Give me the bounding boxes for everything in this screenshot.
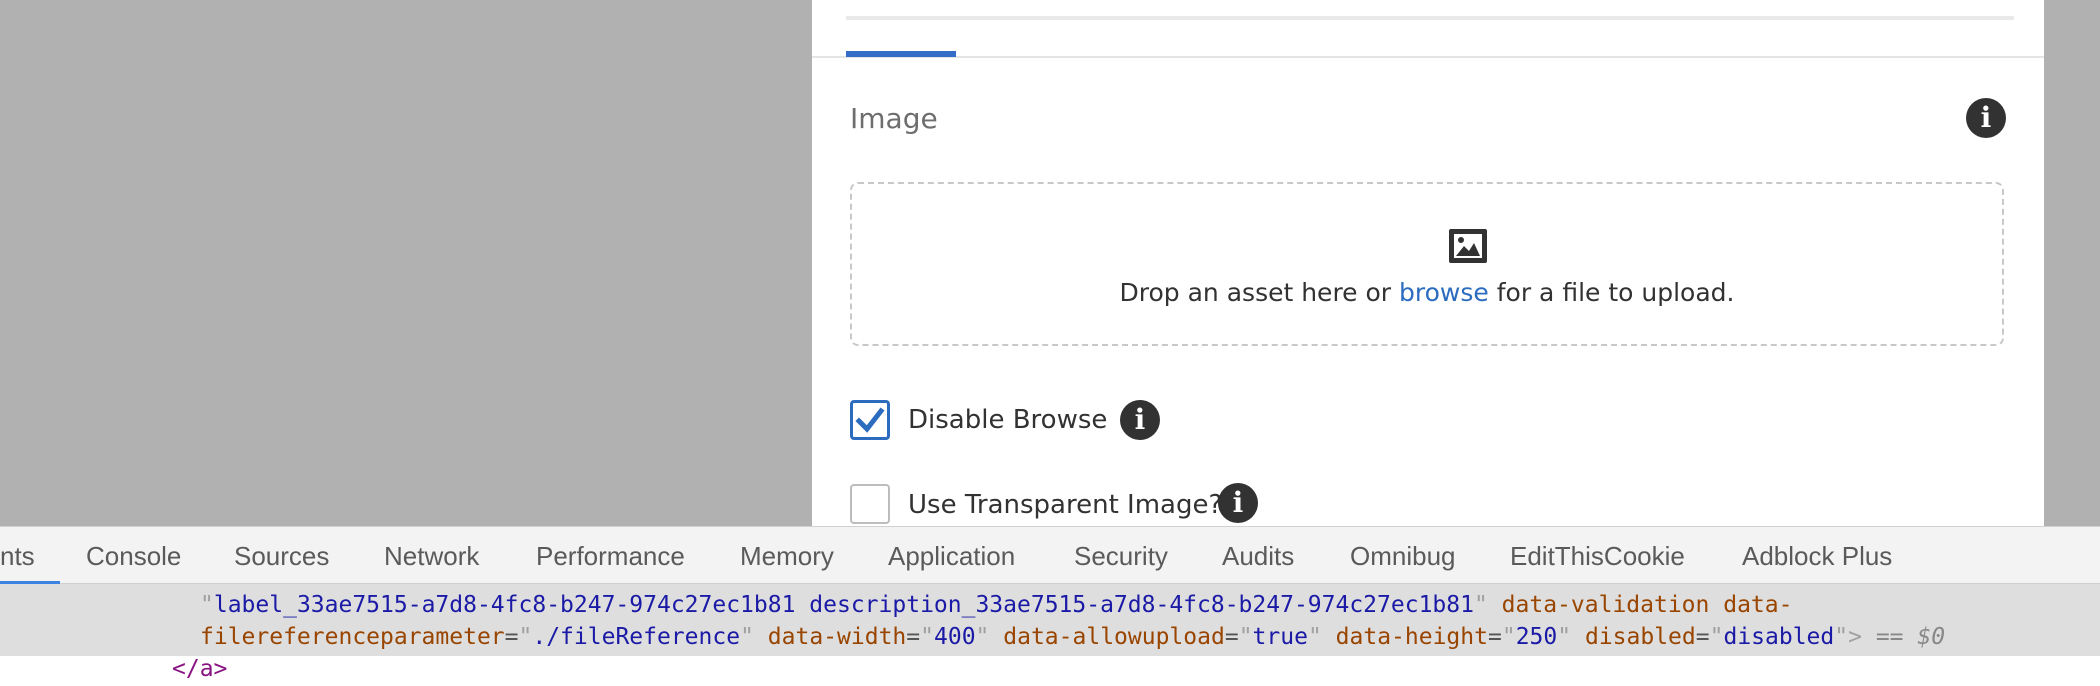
elements-panel: "label_33ae7515-a7d8-4fc8-b247-974c27ec1…	[0, 584, 2100, 686]
tab-console[interactable]: Console	[86, 541, 181, 572]
attr-name: data-validation data-	[1501, 592, 1793, 618]
tab-audits[interactable]: Audits	[1222, 541, 1294, 572]
tab-adblock-plus[interactable]: Adblock Plus	[1742, 541, 1892, 572]
info-icon[interactable]: i	[1966, 98, 2006, 138]
code-line: filereferenceparameter="./fileReference"…	[200, 624, 1946, 650]
attr-value: disabled	[1723, 624, 1835, 650]
attr-value: ./fileReference	[532, 624, 741, 650]
image-field-label: Image	[850, 102, 938, 135]
attr-value: 250	[1515, 624, 1558, 650]
tab-network[interactable]: Network	[384, 541, 479, 572]
attr-value: true	[1252, 624, 1308, 650]
tab-sources[interactable]: Sources	[234, 541, 329, 572]
info-icon[interactable]: i	[1218, 483, 1258, 523]
dropzone-text-after: for a file to upload.	[1488, 278, 1735, 307]
info-icon[interactable]: i	[1120, 400, 1160, 440]
asset-dropzone[interactable]: Drop an asset here or browse for a file …	[850, 182, 2004, 346]
browse-link[interactable]: browse	[1399, 278, 1489, 307]
tab-editthiscookie[interactable]: EditThisCookie	[1510, 541, 1685, 572]
tab-omnibug[interactable]: Omnibug	[1350, 541, 1456, 572]
tab-performance[interactable]: Performance	[536, 541, 685, 572]
tab-bar	[812, 56, 2044, 58]
code-line: "label_33ae7515-a7d8-4fc8-b247-974c27ec1…	[200, 592, 1793, 618]
attr-name: data-height	[1335, 624, 1488, 650]
tab-active-indicator[interactable]	[846, 51, 956, 57]
page: Image i Drop an asset here or browse for…	[0, 0, 2100, 686]
use-transparent-image-label[interactable]: Use Transparent Image?	[908, 490, 1222, 520]
disable-browse-label[interactable]: Disable Browse	[908, 405, 1107, 435]
tab-application[interactable]: Application	[888, 541, 1015, 572]
attr-name: data-width	[767, 624, 907, 650]
attr-name: filereferenceparameter	[200, 624, 505, 650]
dropzone-text: Drop an asset here or browse for a file …	[852, 278, 2002, 307]
attr-value: 400	[934, 624, 976, 650]
dropzone-text-before: Drop an asset here or	[1119, 278, 1400, 307]
closing-tag: </a>	[172, 656, 228, 682]
tab-security[interactable]: Security	[1074, 541, 1168, 572]
selected-node-marker: == $0	[1875, 624, 1946, 650]
divider	[846, 16, 2014, 20]
image-icon	[1449, 229, 1487, 263]
tab-memory[interactable]: Memory	[740, 541, 834, 572]
checkmark-icon	[855, 407, 885, 433]
attr-name: data-allowupload	[1003, 624, 1225, 650]
attr-value: label_33ae7515-a7d8-4fc8-b247-974c27ec1b…	[213, 592, 1474, 618]
dialog-panel: Image i Drop an asset here or browse for…	[812, 0, 2044, 526]
tab-elements[interactable]: nts	[0, 541, 35, 572]
modal-backdrop-right	[2044, 0, 2100, 526]
disable-browse-checkbox[interactable]	[850, 400, 890, 440]
devtools-tab-bar: nts Console Sources Network Performance …	[0, 526, 2100, 584]
attr-name: disabled	[1584, 624, 1696, 650]
use-transparent-image-checkbox[interactable]	[850, 484, 890, 524]
modal-backdrop-left	[0, 0, 812, 526]
